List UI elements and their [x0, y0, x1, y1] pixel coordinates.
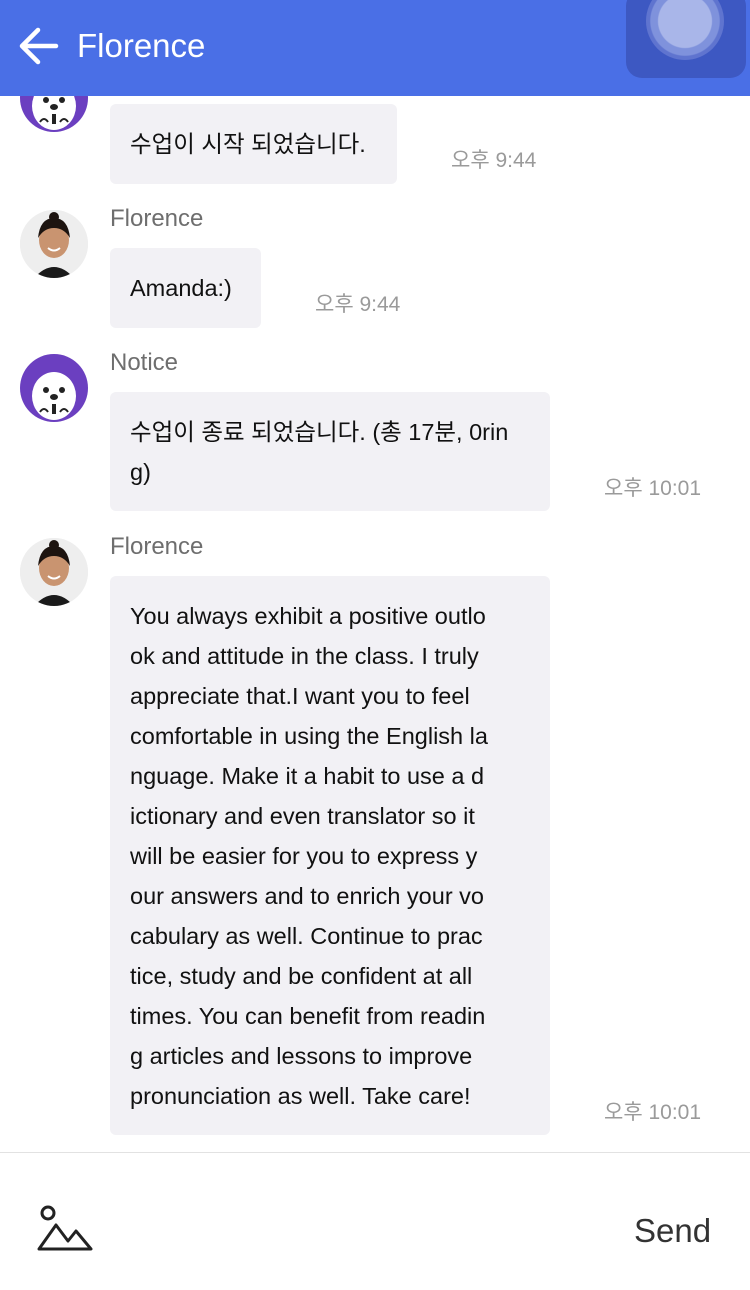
attach-image-button[interactable]: [36, 1203, 94, 1255]
app-header: Florence: [0, 0, 750, 96]
message-time: 오후 9:44: [451, 149, 537, 172]
sender-name: Notice: [110, 349, 179, 376]
message-bubble[interactable]: 수업이 종료 되었습니다. (총 17분, 0rin g): [110, 392, 550, 511]
arrow-left-icon: [19, 27, 59, 65]
notice-seal-avatar[interactable]: [20, 96, 88, 132]
message-bubble[interactable]: Amanda:): [110, 248, 261, 328]
notice-seal-avatar[interactable]: [20, 354, 88, 422]
floating-assist-button[interactable]: [626, 0, 746, 78]
chat-title: Florence: [77, 27, 206, 64]
message-time: 오후 9:44: [315, 293, 401, 316]
floating-assist-icon: [646, 0, 724, 60]
message-list[interactable]: 수업이 시작 되었습니다. 오후 9:44 Florence Amanda:) …: [0, 96, 750, 1152]
florence-avatar[interactable]: [20, 210, 88, 278]
image-icon: [37, 1205, 93, 1251]
message-bubble[interactable]: 수업이 시작 되었습니다.: [110, 104, 397, 184]
message-time: 오후 10:01: [604, 477, 702, 500]
send-button[interactable]: Send: [634, 1211, 711, 1251]
florence-avatar[interactable]: [20, 538, 88, 606]
sender-name: Florence: [110, 205, 204, 232]
sender-name: Florence: [110, 533, 204, 560]
composer-bar: Send: [0, 1152, 750, 1290]
message-bubble[interactable]: You always exhibit a positive outlo ok a…: [110, 576, 550, 1135]
back-button[interactable]: [16, 26, 64, 66]
message-time: 오후 10:01: [604, 1101, 702, 1124]
